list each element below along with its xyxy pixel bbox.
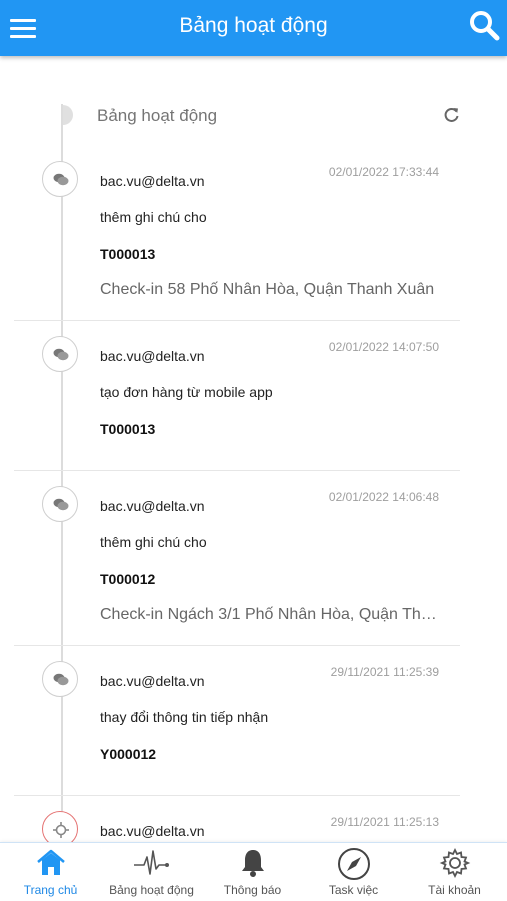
search-button[interactable] <box>467 8 501 42</box>
tab-tasks[interactable]: Task việc <box>303 843 404 901</box>
tab-notifications[interactable]: Thông báo <box>202 843 303 901</box>
item-address: Check-in 58 Phố Nhân Hòa, Quận Thanh Xuâ… <box>100 281 435 298</box>
refresh-button[interactable] <box>443 106 461 124</box>
comment-icon <box>53 348 69 361</box>
bottom-nav: Trang chủ Bảng hoạt động Thông báo Task … <box>0 842 507 901</box>
timeline-node <box>42 336 78 372</box>
item-email: bac.vu@delta.vn <box>100 498 205 514</box>
tab-label: Tài khoản <box>428 883 481 897</box>
divider <box>14 470 460 471</box>
timeline-item[interactable]: bac.vu@delta.vn 29/11/2021 11:25:39 thay… <box>0 661 507 791</box>
item-code-link[interactable]: T000013 <box>100 246 155 262</box>
item-email: bac.vu@delta.vn <box>100 173 205 189</box>
item-action: thay đổi thông tin tiếp nhận <box>100 709 269 725</box>
timeline-item[interactable]: bac.vu@delta.vn 02/01/2022 17:33:44 thêm… <box>0 161 507 321</box>
item-email: bac.vu@delta.vn <box>100 348 205 364</box>
bell-icon <box>241 850 264 877</box>
activity-timeline[interactable]: Bảng hoạt động bac.vu@delta.vn 02/01/202… <box>0 56 507 842</box>
tab-label: Task việc <box>328 883 379 897</box>
item-action: thêm ghi chú cho <box>100 209 207 225</box>
item-timestamp: 02/01/2022 14:06:48 <box>328 490 439 504</box>
crosshair-icon <box>53 822 69 838</box>
pulse-icon <box>133 850 169 875</box>
divider <box>14 320 460 321</box>
divider <box>14 795 460 796</box>
timeline-node <box>42 161 78 197</box>
item-email: bac.vu@delta.vn <box>100 673 205 689</box>
timeline-node <box>42 811 78 842</box>
timeline-item[interactable]: bac.vu@delta.vn 29/11/2021 11:25:13 <box>0 811 507 842</box>
item-code-link[interactable]: T000013 <box>100 421 155 437</box>
comment-icon <box>53 498 69 511</box>
page-title: Bảng hoạt động <box>179 14 328 37</box>
search-icon <box>470 11 500 41</box>
refresh-icon <box>444 107 459 122</box>
timeline-start-marker <box>61 104 73 126</box>
timeline-title: Bảng hoạt động <box>97 106 218 125</box>
tab-activity[interactable]: Bảng hoạt động <box>101 843 202 901</box>
item-action: thêm ghi chú cho <box>100 534 207 550</box>
divider <box>14 645 460 646</box>
tab-label: Thông báo <box>223 883 282 897</box>
timeline-node <box>42 661 78 697</box>
timeline-item[interactable]: bac.vu@delta.vn 02/01/2022 14:07:50 tạo … <box>0 336 507 466</box>
item-timestamp: 29/11/2021 11:25:13 <box>330 815 439 829</box>
app-bar: Bảng hoạt động <box>0 0 507 56</box>
home-icon <box>36 849 65 875</box>
item-timestamp: 29/11/2021 11:25:39 <box>330 665 439 679</box>
item-address: Check-in Ngách 3/1 Phố Nhân Hòa, Quận Th… <box>100 606 442 623</box>
tab-home[interactable]: Trang chủ <box>0 843 101 901</box>
compass-icon <box>337 848 370 880</box>
item-action: tạo đơn hàng từ mobile app <box>100 384 273 400</box>
item-email: bac.vu@delta.vn <box>100 823 205 839</box>
gear-icon <box>439 847 470 879</box>
timeline-item[interactable]: bac.vu@delta.vn 02/01/2022 14:06:48 thêm… <box>0 486 507 646</box>
tab-label: Bảng hoạt động <box>109 883 194 897</box>
tab-label: Trang chủ <box>23 883 78 897</box>
comment-icon <box>53 173 69 186</box>
comment-icon <box>53 673 69 686</box>
tab-account[interactable]: Tài khoản <box>404 843 505 901</box>
item-timestamp: 02/01/2022 17:33:44 <box>328 165 439 179</box>
item-code-link[interactable]: Y000012 <box>100 746 156 762</box>
item-code-link[interactable]: T000012 <box>100 571 155 587</box>
item-timestamp: 02/01/2022 14:07:50 <box>328 340 439 354</box>
timeline-node <box>42 486 78 522</box>
